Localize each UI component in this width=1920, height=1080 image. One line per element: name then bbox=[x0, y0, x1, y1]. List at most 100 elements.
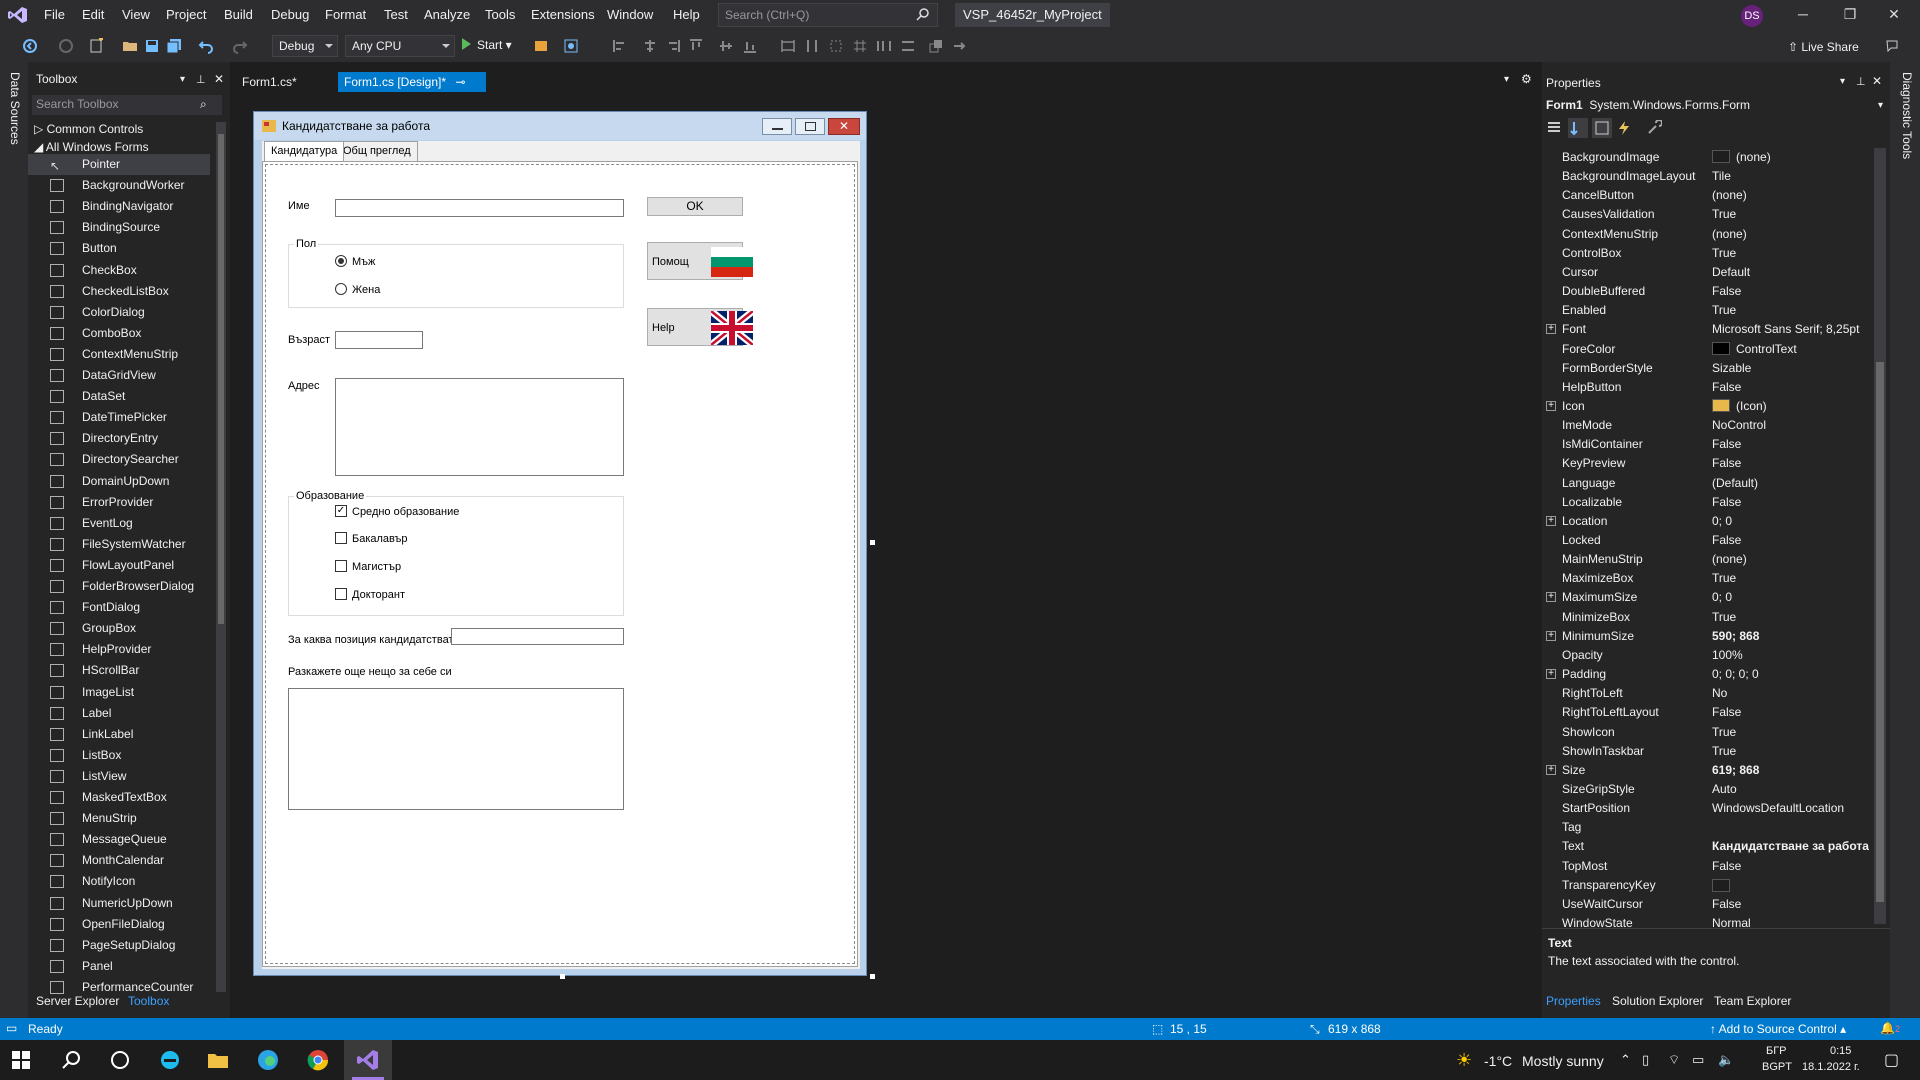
property-value[interactable]: Tile bbox=[1712, 167, 1731, 186]
toolbox-scroll-thumb[interactable] bbox=[218, 134, 224, 624]
property-row-maximumsize[interactable]: + MaximumSize 0; 0 bbox=[1542, 588, 1874, 607]
pin-icon[interactable]: ⊸ bbox=[455, 75, 465, 89]
toolbox-item-openfiledialog[interactable]: OpenFileDialog bbox=[28, 914, 210, 935]
property-value[interactable]: False bbox=[1712, 282, 1741, 301]
ok-button[interactable]: OK bbox=[647, 197, 743, 216]
toolbox-item-listbox[interactable]: ListBox bbox=[28, 745, 210, 766]
menu-file[interactable]: File bbox=[44, 7, 65, 22]
battery-icon[interactable]: ▭ bbox=[1692, 1052, 1704, 1068]
save-all-icon[interactable] bbox=[166, 38, 182, 54]
property-value[interactable]: (Default) bbox=[1712, 474, 1758, 493]
live-share-button[interactable]: ⇧ Live Share bbox=[1788, 40, 1859, 54]
vertical-spacing-icon[interactable] bbox=[900, 38, 916, 54]
spacing-icon[interactable] bbox=[876, 38, 892, 54]
new-project-icon[interactable] bbox=[88, 38, 104, 54]
property-row-righttoleftlayout[interactable]: RightToLeftLayout False bbox=[1542, 703, 1874, 722]
property-value[interactable]: True bbox=[1712, 742, 1736, 761]
property-row-causesvalidation[interactable]: CausesValidation True bbox=[1542, 205, 1874, 224]
property-value[interactable]: Кандидатстване за работа bbox=[1712, 837, 1869, 856]
menu-tools[interactable]: Tools bbox=[485, 7, 515, 22]
dropdown-icon[interactable]: ▾ bbox=[180, 74, 185, 85]
name-input[interactable] bbox=[335, 199, 624, 217]
property-value[interactable]: False bbox=[1712, 857, 1741, 876]
form-minimize-icon[interactable] bbox=[762, 118, 792, 135]
resize-handle-right[interactable] bbox=[870, 540, 875, 545]
toolbox-item-datetimepicker[interactable]: DateTimePicker bbox=[28, 407, 210, 428]
file-explorer-icon[interactable] bbox=[206, 1048, 230, 1072]
align-bottom-icon[interactable] bbox=[742, 38, 758, 54]
property-row-sizegripstyle[interactable]: SizeGripStyle Auto bbox=[1542, 780, 1874, 799]
server-explorer-tab[interactable]: Server Explorer bbox=[36, 994, 119, 1008]
tab-overview[interactable]: Общ преглед bbox=[336, 141, 418, 161]
toolbox-item-colordialog[interactable]: ColorDialog bbox=[28, 302, 210, 323]
property-value[interactable]: WindowsDefaultLocation bbox=[1712, 799, 1844, 818]
radio-female[interactable] bbox=[335, 283, 347, 295]
toolbox-item-listview[interactable]: ListView bbox=[28, 766, 210, 787]
platform-select[interactable]: Any CPU bbox=[345, 35, 455, 57]
property-value[interactable]: 619; 868 bbox=[1712, 761, 1759, 780]
chevron-up-icon[interactable]: ⌃ bbox=[1620, 1052, 1631, 1068]
property-value[interactable]: Microsoft Sans Serif; 8,25pt bbox=[1712, 320, 1859, 339]
property-value[interactable]: 0; 0 bbox=[1712, 588, 1732, 607]
expand-icon[interactable]: + bbox=[1546, 764, 1556, 775]
property-value[interactable]: Normal bbox=[1712, 914, 1751, 933]
property-value[interactable]: True bbox=[1712, 608, 1736, 627]
align-top-icon[interactable] bbox=[688, 38, 704, 54]
menu-window[interactable]: Window bbox=[607, 7, 653, 22]
align-middle-icon[interactable] bbox=[718, 38, 734, 54]
properties-tab[interactable]: Properties bbox=[1546, 994, 1601, 1008]
expand-icon[interactable]: + bbox=[1546, 400, 1556, 411]
property-row-doublebuffered[interactable]: DoubleBuffered False bbox=[1542, 282, 1874, 301]
taskbar-active-app[interactable] bbox=[344, 1040, 392, 1080]
toolbox-item-label[interactable]: Label bbox=[28, 703, 210, 724]
toolbox-item-pagesetupdialog[interactable]: PageSetupDialog bbox=[28, 935, 210, 956]
open-folder-icon[interactable] bbox=[122, 38, 138, 54]
property-value[interactable]: 100% bbox=[1712, 646, 1743, 665]
radio-male[interactable] bbox=[335, 255, 347, 267]
cortana-icon[interactable] bbox=[108, 1048, 132, 1072]
property-value[interactable]: False bbox=[1712, 531, 1741, 550]
search-input[interactable]: Search (Ctrl+Q) bbox=[718, 3, 938, 27]
toolbox-item-dataset[interactable]: DataSet bbox=[28, 386, 210, 407]
keyboard-layout[interactable]: BGPT bbox=[1762, 1061, 1792, 1073]
property-row-tag[interactable]: Tag bbox=[1542, 818, 1874, 837]
property-value[interactable]: Default bbox=[1712, 263, 1750, 282]
menu-edit[interactable]: Edit bbox=[82, 7, 104, 22]
toolbox-item-menustrip[interactable]: MenuStrip bbox=[28, 808, 210, 829]
property-row-righttoleft[interactable]: RightToLeft No bbox=[1542, 684, 1874, 703]
expand-icon[interactable]: + bbox=[1546, 515, 1556, 526]
solution-explorer-tab[interactable]: Solution Explorer bbox=[1612, 994, 1703, 1008]
dropdown-icon[interactable]: ▾ bbox=[1840, 76, 1845, 87]
checkbox-master[interactable] bbox=[335, 560, 347, 572]
diagnostic-tools-tab[interactable]: Diagnostic Tools bbox=[1900, 72, 1914, 159]
clock-date[interactable]: 18.1.2022 г. bbox=[1802, 1061, 1860, 1073]
toolbox-item-monthcalendar[interactable]: MonthCalendar bbox=[28, 850, 210, 871]
property-value[interactable]: 590; 868 bbox=[1712, 627, 1759, 646]
menu-analyze[interactable]: Analyze bbox=[424, 7, 470, 22]
minimize-icon[interactable]: ─ bbox=[1795, 6, 1811, 22]
menu-debug[interactable]: Debug bbox=[271, 7, 309, 22]
property-row-icon[interactable]: + Icon (Icon) bbox=[1542, 397, 1874, 416]
property-value[interactable]: True bbox=[1712, 244, 1736, 263]
tab-application[interactable]: Кандидатура bbox=[264, 141, 345, 161]
property-value[interactable]: ControlText bbox=[1712, 340, 1797, 359]
tab-form1-design[interactable]: Form1.cs [Design]* ⊸ ✕ bbox=[338, 72, 486, 103]
feedback-icon[interactable] bbox=[1884, 38, 1900, 54]
property-value[interactable]: No bbox=[1712, 684, 1727, 703]
property-row-cancelbutton[interactable]: CancelButton (none) bbox=[1542, 186, 1874, 205]
checkbox-bachelor[interactable] bbox=[335, 532, 347, 544]
toolbox-item-domainupdown[interactable]: DomainUpDown bbox=[28, 471, 210, 492]
toolbox-item-messagequeue[interactable]: MessageQueue bbox=[28, 829, 210, 850]
property-row-formborderstyle[interactable]: FormBorderStyle Sizable bbox=[1542, 359, 1874, 378]
edge-icon[interactable] bbox=[256, 1048, 280, 1072]
checkbox-doctorate[interactable] bbox=[335, 588, 347, 600]
close-panel-icon[interactable]: ✕ bbox=[214, 72, 224, 86]
properties-view-icon[interactable] bbox=[1592, 118, 1612, 138]
property-value[interactable]: True bbox=[1712, 569, 1736, 588]
chrome-icon[interactable] bbox=[306, 1048, 330, 1072]
settings-icon[interactable]: ⚙ bbox=[1521, 72, 1532, 86]
form-close-icon[interactable]: ✕ bbox=[828, 118, 860, 135]
property-value[interactable]: False bbox=[1712, 378, 1741, 397]
toolbox-item-bindingnavigator[interactable]: BindingNavigator bbox=[28, 196, 210, 217]
resize-handle-bottom[interactable] bbox=[560, 974, 565, 979]
